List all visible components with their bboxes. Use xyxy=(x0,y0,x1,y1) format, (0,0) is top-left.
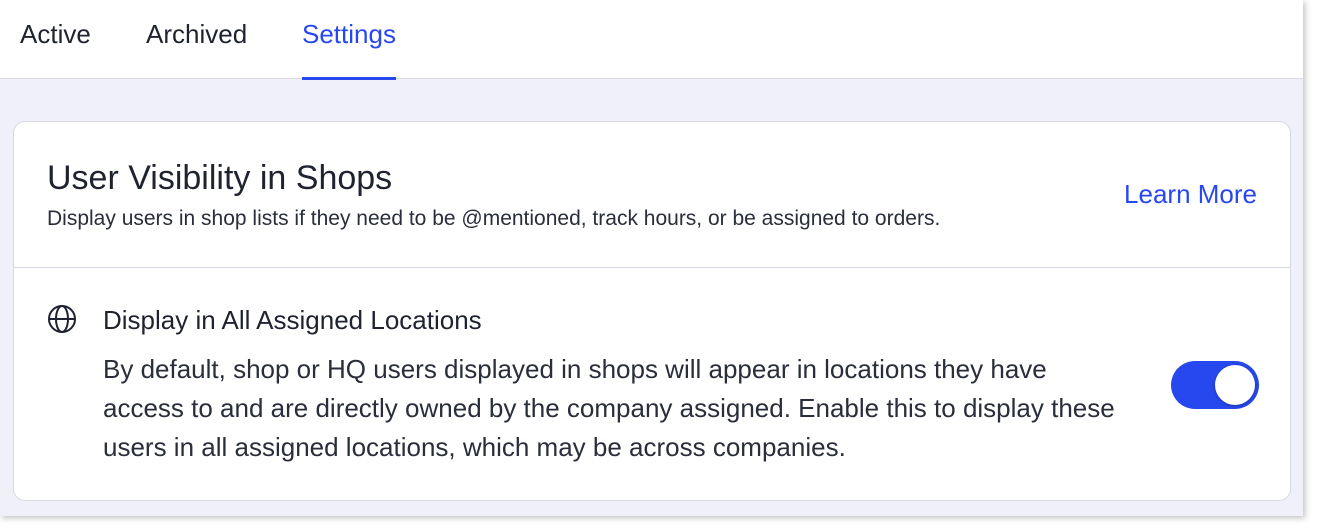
user-visibility-card: User Visibility in Shops Display users i… xyxy=(13,121,1291,501)
card-header: User Visibility in Shops Display users i… xyxy=(14,122,1290,268)
tab-active[interactable]: Active xyxy=(20,16,91,79)
section-title: User Visibility in Shops xyxy=(47,159,393,197)
setting-description: By default, shop or HQ users displayed i… xyxy=(103,354,1115,462)
tab-archived[interactable]: Archived xyxy=(146,16,247,79)
settings-page: Active Archived Settings User Visibility… xyxy=(0,0,1303,516)
setting-title: Display in All Assigned Locations xyxy=(103,305,482,335)
tab-bar: Active Archived Settings xyxy=(0,0,1303,80)
section-subtitle: Display users in shop lists if they need… xyxy=(47,207,941,230)
globe-icon xyxy=(48,305,76,333)
toggle-knob xyxy=(1215,365,1255,405)
setting-row-all-locations: Display in All Assigned Locations By def… xyxy=(14,269,1290,501)
tab-settings[interactable]: Settings xyxy=(302,16,396,80)
learn-more-link[interactable]: Learn More xyxy=(1124,178,1257,210)
display-all-locations-toggle[interactable] xyxy=(1171,361,1259,409)
